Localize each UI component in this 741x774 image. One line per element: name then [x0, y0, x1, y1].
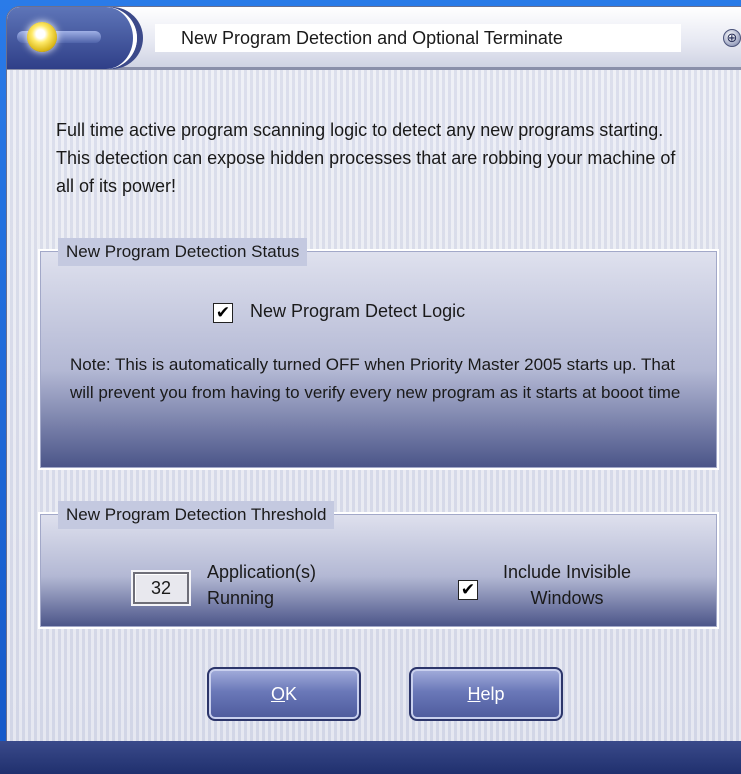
- include-invisible-label-line2: Windows: [530, 588, 604, 608]
- include-invisible-label-line1: Include Invisible: [502, 562, 632, 582]
- intro-text: Full time active program scanning logic …: [56, 120, 676, 196]
- bottom-bar: [0, 741, 741, 774]
- detect-logic-checkbox[interactable]: ✔: [213, 303, 233, 323]
- applications-label-line2: Running: [207, 588, 275, 608]
- ok-mnemonic: O: [270, 684, 285, 704]
- application-count-field[interactable]: 32: [133, 572, 189, 604]
- plus-circle-icon[interactable]: ⊕: [723, 29, 741, 47]
- title-bar[interactable]: New Program Detection and Optional Termi…: [7, 7, 741, 70]
- detect-logic-label[interactable]: New Program Detect Logic: [250, 301, 465, 322]
- dialog-window: New Program Detection and Optional Termi…: [6, 6, 741, 743]
- ok-label-rest: K: [285, 684, 298, 704]
- include-invisible-label[interactable]: Include Invisible Windows: [492, 559, 642, 611]
- detection-status-group: New Program Detection Status ✔ New Progr…: [38, 238, 719, 470]
- detection-threshold-legend: New Program Detection Threshold: [58, 501, 335, 529]
- orb-panel: [7, 7, 137, 69]
- include-invisible-checkbox[interactable]: ✔: [458, 580, 478, 600]
- window-title: New Program Detection and Optional Termi…: [155, 24, 681, 52]
- applications-running-label: Application(s) Running: [207, 559, 316, 611]
- note-text: Note: This is automatically turned OFF w…: [70, 355, 681, 402]
- help-button[interactable]: Help: [409, 667, 563, 721]
- applications-label-line1: Application(s): [207, 562, 317, 582]
- help-mnemonic: H: [467, 684, 481, 704]
- yellow-orb-icon[interactable]: [27, 22, 57, 52]
- detection-status-legend: New Program Detection Status: [58, 238, 308, 266]
- detection-threshold-group: New Program Detection Threshold 32 Appli…: [38, 501, 719, 629]
- ok-button[interactable]: OK: [207, 667, 361, 721]
- help-label-rest: elp: [480, 684, 505, 704]
